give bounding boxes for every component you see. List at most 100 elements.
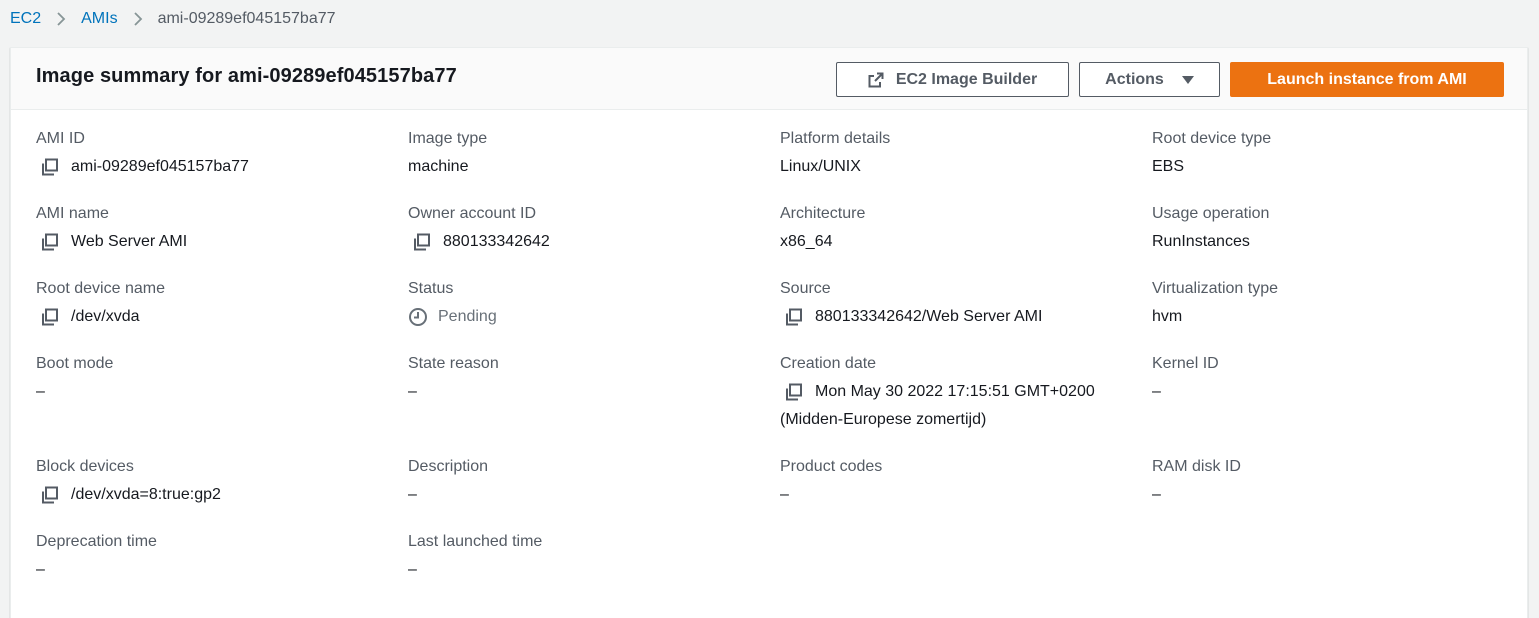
copy-icon[interactable] [785, 383, 803, 401]
field-architecture: Architecture x86_64 [780, 204, 865, 252]
clock-icon [409, 308, 427, 326]
field-label: Kernel ID [1152, 355, 1219, 372]
virtualization-type-value: hvm [1152, 308, 1183, 325]
ami-id-value: ami-09289ef045157ba77 [71, 158, 249, 175]
breadcrumb-link-amis[interactable]: AMIs [81, 10, 117, 28]
field-label: Root device name [36, 280, 165, 297]
field-ami-name: AMI name Web Server AMI [36, 204, 187, 252]
field-value-row: 880133342642 [408, 232, 550, 252]
field-virtualization-type: Virtualization type hvm [1152, 279, 1278, 327]
boot-mode-value: – [36, 383, 45, 400]
field-creation-date: Creation date Mon May 30 2022 17:15:51 G… [780, 354, 1095, 430]
panel-header: Image summary for ami-09289ef045157ba77 … [11, 48, 1527, 110]
copy-icon[interactable] [41, 158, 59, 176]
caret-down-icon [1181, 75, 1194, 84]
field-value-row: 880133342642/Web Server AMI [780, 307, 1042, 327]
ec2-image-builder-button[interactable]: EC2 Image Builder [836, 62, 1069, 97]
field-label: Deprecation time [36, 533, 157, 550]
last-launched-time-value: – [408, 561, 417, 578]
field-usage-operation: Usage operation RunInstances [1152, 204, 1269, 252]
block-devices-value: /dev/xvda=8:true:gp2 [71, 486, 221, 503]
field-deprecation-time: Deprecation time – [36, 532, 157, 580]
field-label: Image type [408, 130, 488, 147]
copy-icon[interactable] [41, 308, 59, 326]
actions-dropdown-button[interactable]: Actions [1079, 62, 1220, 97]
deprecation-time-value: – [36, 561, 45, 578]
field-root-device-type: Root device type EBS [1152, 129, 1271, 177]
description-value: – [408, 486, 417, 503]
field-label: Usage operation [1152, 205, 1270, 222]
field-label: Virtualization type [1152, 280, 1278, 297]
copy-icon[interactable] [41, 233, 59, 251]
field-status: Status Pending [408, 279, 497, 327]
field-ami-id: AMI ID ami-09289ef045157ba77 [36, 129, 249, 177]
field-description: Description – [408, 457, 488, 505]
ami-name-value: Web Server AMI [71, 233, 188, 250]
copy-icon[interactable] [41, 486, 59, 504]
root-device-name-value: /dev/xvda [71, 308, 140, 325]
field-label: AMI ID [36, 130, 85, 147]
field-label: Product codes [780, 458, 883, 475]
field-label: Status [408, 280, 454, 297]
product-codes-value: – [780, 486, 789, 503]
field-owner-account-id: Owner account ID 880133342642 [408, 204, 550, 252]
field-value-row: Mon May 30 2022 17:15:51 GMT+0200 [780, 382, 1095, 402]
image-summary-panel: Image summary for ami-09289ef045157ba77 … [10, 47, 1528, 618]
field-label: Root device type [1152, 130, 1272, 147]
architecture-value: x86_64 [780, 233, 833, 250]
breadcrumb-current: ami-09289ef045157ba77 [157, 10, 336, 27]
field-last-launched-time: Last launched time – [408, 532, 542, 580]
field-boot-mode: Boot mode – [36, 354, 113, 402]
actions-label: Actions [1105, 70, 1164, 88]
status-badge: Pending [438, 308, 497, 325]
creation-date-timezone: (Midden-Europese zomertijd) [780, 411, 987, 428]
launch-instance-button[interactable]: Launch instance from AMI [1230, 62, 1504, 97]
chevron-right-icon [118, 11, 158, 27]
field-state-reason: State reason – [408, 354, 499, 402]
field-label: AMI name [36, 205, 109, 222]
root-device-type-value: EBS [1152, 158, 1185, 175]
field-root-device-name: Root device name /dev/xvda [36, 279, 165, 327]
field-source: Source 880133342642/Web Server AMI [780, 279, 1042, 327]
field-value-row: Web Server AMI [36, 232, 187, 252]
field-product-codes: Product codes – [780, 457, 882, 505]
platform-details-value: Linux/UNIX [780, 158, 861, 175]
breadcrumb: EC2 AMIs ami-09289ef045157ba77 [10, 8, 336, 30]
field-label: Architecture [780, 205, 866, 222]
ec2-image-builder-label: EC2 Image Builder [895, 70, 1038, 88]
field-ram-disk-id: RAM disk ID – [1152, 457, 1241, 505]
kernel-id-value: – [1152, 383, 1161, 400]
chevron-right-icon [41, 11, 81, 27]
image-type-value: machine [408, 158, 469, 175]
ram-disk-id-value: – [1152, 486, 1161, 503]
field-image-type: Image type machine [408, 129, 487, 177]
source-value: 880133342642/Web Server AMI [815, 308, 1043, 325]
external-link-icon [868, 72, 884, 87]
field-label: Block devices [36, 458, 134, 475]
usage-operation-value: RunInstances [1152, 233, 1250, 250]
field-value-row: Pending [408, 307, 497, 327]
field-label: Description [408, 458, 489, 475]
field-label: Owner account ID [408, 205, 537, 222]
field-kernel-id: Kernel ID – [1152, 354, 1219, 402]
field-label: Creation date [780, 355, 877, 372]
field-value-row: /dev/xvda=8:true:gp2 [36, 485, 221, 505]
breadcrumb-link-ec2[interactable]: EC2 [10, 10, 41, 28]
page-title: Image summary for ami-09289ef045157ba77 [36, 65, 457, 87]
field-label: Source [780, 280, 831, 297]
field-label: State reason [408, 355, 499, 372]
field-label: Last launched time [408, 533, 543, 550]
field-block-devices: Block devices /dev/xvda=8:true:gp2 [36, 457, 221, 505]
field-label: RAM disk ID [1152, 458, 1241, 475]
copy-icon[interactable] [413, 233, 431, 251]
state-reason-value: – [408, 383, 417, 400]
field-value-row: /dev/xvda [36, 307, 165, 327]
creation-date-value: Mon May 30 2022 17:15:51 GMT+0200 [815, 383, 1095, 400]
copy-icon[interactable] [785, 308, 803, 326]
field-value-row: ami-09289ef045157ba77 [36, 157, 249, 177]
launch-instance-label: Launch instance from AMI [1267, 70, 1467, 88]
field-label: Platform details [780, 130, 891, 147]
owner-account-id-value: 880133342642 [443, 233, 550, 250]
field-platform-details: Platform details Linux/UNIX [780, 129, 890, 177]
field-label: Boot mode [36, 355, 114, 372]
